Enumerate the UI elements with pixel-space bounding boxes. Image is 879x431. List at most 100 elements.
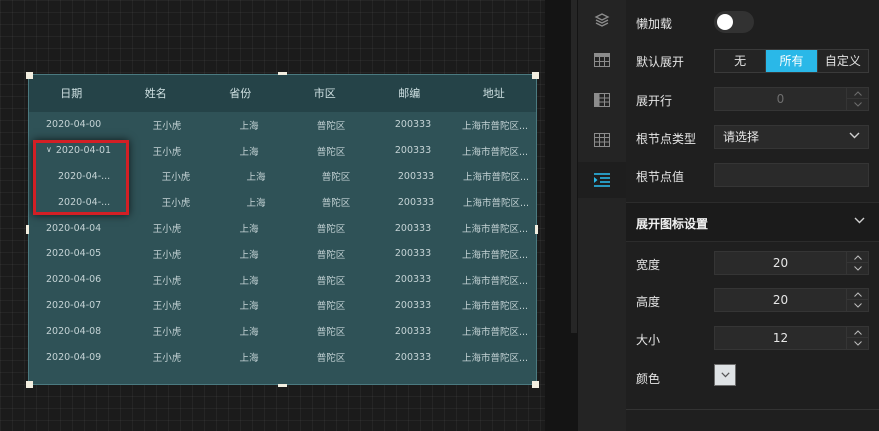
icon-color-picker[interactable] xyxy=(714,364,736,386)
table-row[interactable]: 2020-04-06 王小虎 上海 普陀区 200333 上海市普陀区... xyxy=(29,267,536,293)
cell-date: 2020-04-06 xyxy=(29,274,126,285)
table-row[interactable]: 2020-04-07 王小虎 上海 普陀区 200333 上海市普陀区... xyxy=(29,293,536,319)
stepper-down-button[interactable] xyxy=(847,300,868,311)
cell-text: 上海 xyxy=(239,301,259,313)
cell-text: 王小虎 xyxy=(152,120,182,132)
resize-handle-top-right[interactable] xyxy=(532,72,539,79)
stepper-down-button[interactable] xyxy=(847,263,868,274)
cell-name: 王小虎 xyxy=(126,273,208,287)
icon-width-value: 20 xyxy=(772,256,789,270)
table-row[interactable]: 2020-04-08 王小虎 上海 普陀区 200333 上海市普陀区... xyxy=(29,318,536,344)
canvas-scrollbar[interactable] xyxy=(571,0,577,333)
table-columns-icon xyxy=(594,93,610,107)
table-row[interactable]: 2020-04-09 王小虎 上海 普陀区 200333 上海市普陀区... xyxy=(29,344,536,370)
chevron-up-icon xyxy=(853,291,862,297)
expand-option-all[interactable]: 所有 xyxy=(765,50,817,72)
cell-text: 上海 xyxy=(246,198,266,210)
cell-text: 上海 xyxy=(239,327,259,339)
resize-handle-left[interactable] xyxy=(26,225,29,234)
root-value-input[interactable] xyxy=(714,163,869,187)
cell-text: 上海市普陀区... xyxy=(461,327,529,339)
tree-indent-icon xyxy=(594,173,610,187)
cell-text: 王小虎 xyxy=(161,198,191,210)
tree-table-widget[interactable]: 日期 姓名 省份 市区 邮编 地址 2020-04-00 王小虎 上海 普陀区 2003… xyxy=(28,74,537,385)
icon-width-stepper xyxy=(846,252,868,274)
cell-province: 上海 xyxy=(208,118,290,132)
cell-zip: 200333 xyxy=(376,171,456,182)
cell-district: 普陀区 xyxy=(290,144,372,158)
icon-width-input[interactable]: 20 xyxy=(714,251,869,275)
column-header-district[interactable]: 市区 xyxy=(283,75,368,112)
expand-option-none[interactable]: 无 xyxy=(715,50,766,72)
cell-text: 200333 xyxy=(394,299,432,311)
stepper-up-button[interactable] xyxy=(847,327,868,338)
chevron-down-icon xyxy=(853,341,862,346)
stepper-up-button[interactable] xyxy=(847,252,868,263)
cell-text: 王小虎 xyxy=(152,224,182,236)
resize-handle-top-left[interactable] xyxy=(26,72,33,79)
resize-handle-top[interactable] xyxy=(278,72,287,75)
table-header: 日期 姓名 省份 市区 邮编 地址 xyxy=(29,75,536,112)
column-header-date[interactable]: 日期 xyxy=(29,75,114,112)
cell-date: 2020-04-08 xyxy=(29,326,126,337)
property-tab-rail xyxy=(578,0,626,431)
cell-province: 上海 xyxy=(208,144,290,158)
cell-date: 2020-04-00 xyxy=(29,119,126,130)
resize-handle-bottom-left[interactable] xyxy=(26,381,33,388)
expand-row-value: 0 xyxy=(776,92,785,106)
chevron-down-icon xyxy=(854,217,865,224)
cell-district: 普陀区 xyxy=(290,118,372,132)
stepper-down-button[interactable] xyxy=(847,99,868,110)
table-row[interactable]: 2020-04-04 王小虎 上海 普陀区 200333 上海市普陀区... xyxy=(29,215,536,241)
root-type-select[interactable]: 请选择 xyxy=(714,125,869,149)
chevron-down-icon xyxy=(853,266,862,271)
icon-size-input[interactable]: 12 xyxy=(714,326,869,350)
design-canvas[interactable]: 日期 姓名 省份 市区 邮编 地址 2020-04-00 王小虎 上海 普陀区 2003… xyxy=(0,0,545,431)
cell-date: 2020-04-09 xyxy=(29,352,126,363)
column-header-address[interactable]: 地址 xyxy=(452,75,537,112)
column-header-name[interactable]: 姓名 xyxy=(114,75,199,112)
resize-handle-bottom-right[interactable] xyxy=(532,381,539,388)
cell-text: 普陀区 xyxy=(316,327,346,339)
icon-height-input[interactable]: 20 xyxy=(714,288,869,312)
layers-icon xyxy=(594,13,610,27)
cell-district: 普陀区 xyxy=(290,350,372,364)
cell-name: 王小虎 xyxy=(126,144,208,158)
cell-text: 2020-04-08 xyxy=(46,325,102,337)
cell-address: 上海市普陀区... xyxy=(454,350,536,364)
cell-text: 上海市普陀区... xyxy=(461,275,529,287)
cell-text: 200333 xyxy=(394,119,432,131)
expand-row-input[interactable]: 0 xyxy=(714,87,869,111)
cell-district: 普陀区 xyxy=(290,298,372,312)
stepper-down-button[interactable] xyxy=(847,338,868,349)
resize-handle-right[interactable] xyxy=(535,225,538,234)
table-row[interactable]: 2020-04-00 王小虎 上海 普陀区 200333 上海市普陀区... xyxy=(29,112,536,138)
resize-handle-bottom[interactable] xyxy=(278,384,287,387)
properties-panel: 懒加载 默认展开 无 所有 自定义 展开行 0 根节点类型 请选择 根节点值 展… xyxy=(626,0,879,431)
table-row[interactable]: 2020-04-05 王小虎 上海 普陀区 200333 上海市普陀区... xyxy=(29,241,536,267)
tab-table-columns[interactable] xyxy=(578,82,626,118)
cell-address: 上海市普陀区... xyxy=(454,247,536,261)
table-grid-icon xyxy=(594,133,610,147)
tab-table[interactable] xyxy=(578,42,626,78)
lazy-load-label: 懒加载 xyxy=(636,17,673,31)
cell-text: 200333 xyxy=(394,325,432,337)
lazy-load-toggle[interactable] xyxy=(714,11,754,33)
tab-layers[interactable] xyxy=(578,2,626,38)
tab-tree-expand[interactable] xyxy=(578,162,626,198)
tab-table-grid[interactable] xyxy=(578,122,626,158)
icon-height-label: 高度 xyxy=(636,295,661,309)
column-header-zip[interactable]: 邮编 xyxy=(367,75,452,112)
stepper-up-button[interactable] xyxy=(847,289,868,300)
cell-zip: 200333 xyxy=(372,119,454,130)
column-header-province[interactable]: 省份 xyxy=(198,75,283,112)
cell-address: 上海市普陀区... xyxy=(454,221,536,235)
chevron-up-icon xyxy=(853,254,862,260)
stepper-up-button[interactable] xyxy=(847,88,868,99)
expand-icon-section-header[interactable]: 展开图标设置 xyxy=(626,202,879,242)
cell-district: 普陀区 xyxy=(296,195,376,209)
expand-option-custom[interactable]: 自定义 xyxy=(816,50,868,72)
icon-size-label: 大小 xyxy=(636,333,661,347)
cell-text: 上海 xyxy=(239,249,259,261)
cell-text: 2020-04-06 xyxy=(46,274,102,286)
